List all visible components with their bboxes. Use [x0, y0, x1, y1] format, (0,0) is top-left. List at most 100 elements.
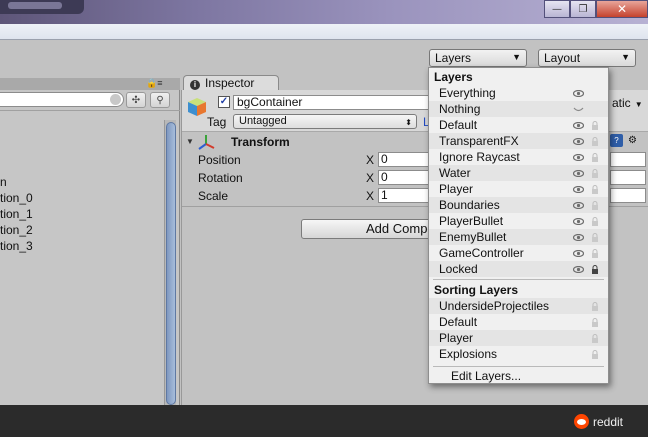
- hierarchy-search-input[interactable]: [0, 92, 124, 107]
- tab-inspector-label: Inspector: [205, 76, 255, 90]
- list-item[interactable]: tion_1: [0, 206, 160, 222]
- hierarchy-tools: ✣ ⚲: [126, 92, 174, 108]
- layer-item-ignore-raycast[interactable]: Ignore Raycast: [429, 149, 608, 165]
- lock-icon[interactable]: [591, 137, 599, 146]
- eye-icon[interactable]: [573, 170, 584, 177]
- eye-icon[interactable]: [573, 154, 584, 161]
- layers-dropdown-label: Layers: [435, 51, 472, 65]
- list-item[interactable]: tion_3: [0, 238, 160, 254]
- tag-dropdown[interactable]: Untagged ⬍: [233, 114, 417, 129]
- create-icon[interactable]: ✣: [126, 92, 146, 108]
- static-toggle[interactable]: atic ▼: [612, 96, 643, 110]
- layer-item-transparentfx[interactable]: TransparentFX: [429, 133, 608, 149]
- sorting-layer-label: Explosions: [439, 347, 498, 361]
- tab-inspector[interactable]: i Inspector: [183, 75, 279, 91]
- list-item[interactable]: n: [0, 174, 160, 190]
- layer-item-enemybullet[interactable]: EnemyBullet: [429, 229, 608, 245]
- eye-icon[interactable]: [573, 186, 584, 193]
- layer-item-nothing[interactable]: Nothing: [429, 101, 608, 117]
- layer-item-boundaries[interactable]: Boundaries: [429, 197, 608, 213]
- eye-icon[interactable]: [573, 218, 584, 225]
- layer-item-label: Water: [439, 166, 471, 180]
- lock-icon[interactable]: [591, 334, 599, 343]
- sorting-layer-item[interactable]: Explosions: [429, 346, 608, 362]
- active-checkbox[interactable]: ✓: [218, 96, 230, 108]
- help-book-icon[interactable]: ?: [610, 134, 623, 147]
- chevron-down-icon: ▼: [512, 52, 521, 62]
- sorting-layer-label: Player: [439, 331, 474, 345]
- layer-item-playerbullet[interactable]: PlayerBullet: [429, 213, 608, 229]
- taskbar-tab[interactable]: [0, 0, 84, 14]
- sorting-layer-item[interactable]: UndersideProjectiles: [429, 298, 608, 314]
- lock-icon[interactable]: [591, 350, 599, 359]
- lock-icon[interactable]: 🔒: [146, 78, 157, 88]
- lock-icon[interactable]: [591, 233, 599, 242]
- position-z-field[interactable]: [610, 152, 646, 167]
- eye-icon[interactable]: [573, 234, 584, 241]
- layer-item-gamecontroller[interactable]: GameController: [429, 245, 608, 261]
- layer-item-label: Player: [439, 182, 474, 196]
- eye-icon[interactable]: [573, 250, 584, 257]
- lock-icon[interactable]: [591, 169, 599, 178]
- object-name-field[interactable]: bgContainer: [233, 95, 433, 110]
- sorting-layer-label: UndersideProjectiles: [439, 299, 550, 313]
- edit-layers-menu-item[interactable]: Edit Layers...: [451, 369, 521, 383]
- transform-title: Transform: [231, 135, 290, 149]
- layer-item-player[interactable]: Player: [429, 181, 608, 197]
- lock-icon[interactable]: [591, 249, 599, 258]
- layer-item-label: EnemyBullet: [439, 230, 507, 244]
- add-component-button[interactable]: Add Component: [301, 219, 441, 239]
- list-item[interactable]: tion_0: [0, 190, 160, 206]
- layers-dropdown[interactable]: Layers ▼: [429, 49, 527, 67]
- layer-item-label: Ignore Raycast: [439, 150, 520, 164]
- eye-icon[interactable]: [573, 122, 584, 129]
- lock-icon[interactable]: [591, 153, 599, 162]
- eye-icon[interactable]: [573, 90, 584, 97]
- eye-icon[interactable]: [573, 266, 584, 273]
- layout-dropdown[interactable]: Layout ▼: [538, 49, 636, 67]
- maximize-button[interactable]: ❐: [570, 0, 596, 18]
- sorting-layers-header: Sorting Layers: [434, 283, 519, 297]
- lock-icon[interactable]: [591, 121, 599, 130]
- sorting-layer-item[interactable]: Default: [429, 314, 608, 330]
- eye-icon[interactable]: [573, 202, 584, 209]
- close-button[interactable]: ✕: [596, 0, 648, 18]
- layers-menu-header: Layers: [434, 70, 473, 84]
- rotation-z-field[interactable]: [610, 170, 646, 185]
- lock-icon[interactable]: [591, 217, 599, 226]
- layer-item-label: Nothing: [439, 102, 481, 116]
- menu-icon[interactable]: ≡: [157, 78, 162, 88]
- scale-z-field[interactable]: [610, 188, 646, 203]
- x-label: X: [366, 171, 375, 185]
- eye-icon[interactable]: [573, 138, 584, 145]
- eye-closed-icon[interactable]: [573, 106, 584, 113]
- panel-menu-icons[interactable]: 🔒≡: [146, 78, 162, 89]
- lock-icon[interactable]: [591, 201, 599, 210]
- layer-item-everything[interactable]: Everything: [429, 85, 608, 101]
- gameobject-cube-icon: [188, 98, 206, 116]
- lock-icon[interactable]: [591, 265, 599, 274]
- reddit-logo-icon: [574, 414, 589, 429]
- layer-item-water[interactable]: Water: [429, 165, 608, 181]
- layer-item-label: Everything: [439, 86, 496, 100]
- clear-search-icon[interactable]: [110, 94, 121, 105]
- layer-item-default[interactable]: Default: [429, 117, 608, 133]
- reddit-watermark: reddit: [574, 414, 623, 429]
- lock-icon[interactable]: [591, 302, 599, 311]
- tag-label: Tag: [207, 115, 227, 129]
- minimize-button[interactable]: —: [544, 0, 570, 18]
- rotation-label: Rotation: [198, 171, 243, 185]
- hierarchy-scrollbar[interactable]: [164, 120, 176, 405]
- layer-item-locked[interactable]: Locked: [429, 261, 608, 277]
- layout-dropdown-label: Layout: [544, 51, 581, 65]
- scrollbar-thumb[interactable]: [166, 122, 176, 405]
- list-item[interactable]: tion_2: [0, 222, 160, 238]
- gear-icon[interactable]: ⚙: [626, 134, 639, 147]
- x-label: X: [366, 153, 375, 167]
- lock-icon[interactable]: [591, 185, 599, 194]
- foldout-arrow-icon[interactable]: ▼: [186, 137, 194, 146]
- tag-icon[interactable]: ⚲: [150, 92, 170, 108]
- x-label: X: [366, 189, 375, 203]
- sorting-layer-item[interactable]: Player: [429, 330, 608, 346]
- lock-icon[interactable]: [591, 318, 599, 327]
